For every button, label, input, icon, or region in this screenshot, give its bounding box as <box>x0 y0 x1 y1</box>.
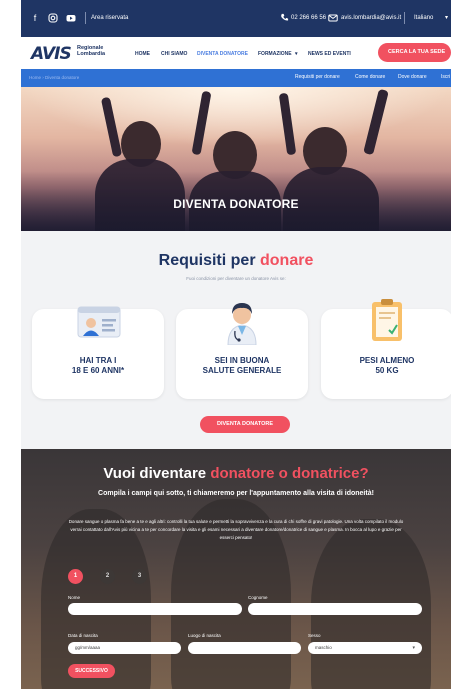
chevron-down-icon[interactable]: ▾ <box>445 13 448 23</box>
sex-label: Sesso <box>308 633 321 638</box>
nav-formazione[interactable]: FORMAZIONE <box>258 51 292 57</box>
birthdate-input[interactable]: gg/mm/aaaa <box>68 642 181 654</box>
main-header: AVIS Regionale Lombardia HOME CHI SIAMO … <box>21 37 451 69</box>
nav-home[interactable]: HOME <box>135 51 150 57</box>
sex-select-value: maschio <box>315 645 332 650</box>
signup-form-section: Vuoi diventare donatore o donatrice? Com… <box>21 449 451 689</box>
language-selector[interactable]: Italiano <box>414 13 433 23</box>
subnav-iscriviti[interactable]: Iscri <box>441 74 450 80</box>
phone-icon <box>279 13 289 23</box>
section-subnav: Home › Diventa donatore Requisiti per do… <box>21 69 451 87</box>
nav-news-eventi[interactable]: NEWS ED EVENTI <box>308 51 351 57</box>
step-1[interactable]: 1 <box>68 569 83 584</box>
subnav-dove-donare[interactable]: Dove donare <box>398 74 427 80</box>
divider <box>85 12 86 24</box>
clipboard-icon <box>369 297 405 348</box>
requirement-weight-label: PESI ALMENO 50 KG <box>359 356 415 375</box>
id-card-icon <box>76 303 122 348</box>
mail-icon <box>328 13 338 23</box>
subnav-come-donare[interactable]: Come donare <box>355 74 385 80</box>
chevron-down-icon[interactable]: ▾ <box>295 51 298 57</box>
birthdate-label: Data di nascita <box>68 633 98 638</box>
divider <box>404 12 405 24</box>
instagram-icon[interactable] <box>48 13 58 23</box>
email-link[interactable]: avis.lombardia@avis.it <box>341 13 401 23</box>
requirement-card-age: HAI TRA I 18 E 60 ANNI* <box>32 306 164 399</box>
find-branch-button[interactable]: CERCA LA TUA SEDE <box>378 43 451 62</box>
requirement-card-weight: PESI ALMENO 50 KG <box>321 299 451 399</box>
become-donor-button[interactable]: DIVENTA DONATORE <box>200 416 290 433</box>
doctor-icon <box>222 295 262 350</box>
logo-region: Regionale Lombardia <box>77 45 106 57</box>
step-3[interactable]: 3 <box>132 569 147 584</box>
requirements-section: Requisiti per donare Fuoi condizioni per… <box>21 231 451 449</box>
sex-select[interactable]: maschio ▾ <box>308 642 422 654</box>
hero-banner: DIVENTA DONATORE <box>21 87 451 231</box>
phone-number[interactable]: 02 266 66 56 <box>291 13 326 23</box>
reserved-area-link[interactable]: Area riservata <box>91 13 128 23</box>
requirements-title: Requisiti per donare <box>158 252 314 269</box>
logo-mark: AVIS <box>31 44 72 64</box>
breadcrumb[interactable]: Home › Diventa donatore <box>29 75 79 80</box>
form-subtitle: Compila i campi qui sotto, ti chiameremo… <box>98 490 374 497</box>
requirements-subtitle: Fuoi condizioni per diventare un donator… <box>186 276 286 281</box>
form-title: Vuoi diventare donatore o donatrice? <box>103 465 369 482</box>
form-description: Donare sangue o plasma fa bene a te e ag… <box>68 519 404 540</box>
cognome-label: Cognome <box>248 595 268 600</box>
chevron-down-icon: ▾ <box>412 645 415 651</box>
step-2[interactable]: 2 <box>100 569 115 584</box>
nome-input[interactable] <box>68 603 242 615</box>
page: f Area riservata 02 266 66 56 avis.lomba… <box>21 0 451 689</box>
requirement-health-label: SEI IN BUONA SALUTE GENERALE <box>202 356 282 375</box>
birthplace-label: Luogo di nascita <box>188 633 221 638</box>
birthplace-input[interactable] <box>188 642 301 654</box>
page-title: DIVENTA DONATORE <box>173 197 299 211</box>
facebook-icon[interactable]: f <box>30 13 40 23</box>
requirement-age-label: HAI TRA I 18 E 60 ANNI* <box>71 356 125 375</box>
top-bar: f Area riservata 02 266 66 56 avis.lomba… <box>21 0 451 37</box>
nav-diventa-donatore[interactable]: DIVENTA DONATORE <box>197 51 248 57</box>
cognome-input[interactable] <box>248 603 422 615</box>
next-button[interactable]: SUCCESSIVO <box>68 664 115 678</box>
nav-chi-siamo[interactable]: CHI SIAMO <box>161 51 187 57</box>
youtube-icon[interactable] <box>66 13 76 23</box>
requirement-card-health: SEI IN BUONA SALUTE GENERALE <box>176 303 308 399</box>
subnav-requisiti[interactable]: Requisiti per donare <box>295 74 340 80</box>
nome-label: Nome <box>68 595 81 600</box>
